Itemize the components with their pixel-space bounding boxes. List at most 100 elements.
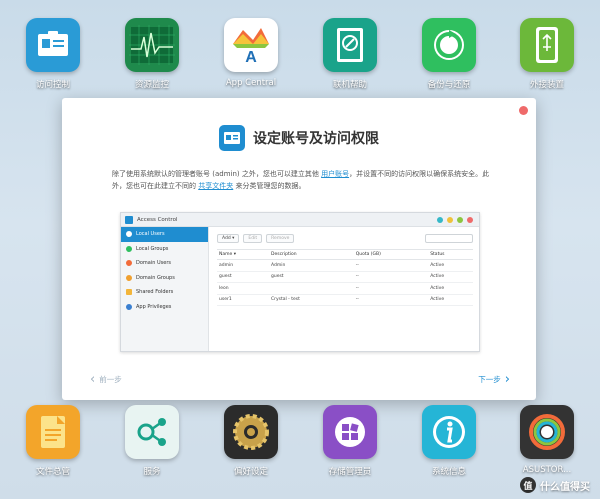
sidebar-item-app-privileges: App Privileges [121,300,208,315]
cell: Active [428,294,473,306]
app-label: ASUSTOR... [522,465,572,475]
sidebar-item-shared-folders: Shared Folders [121,285,208,300]
chevron-right-icon: › [504,371,510,387]
sidebar-label: App Privileges [136,303,172,310]
watermark-text: 什么值得买 [540,481,590,493]
preview-toolbar: Add ▾ Edit Remove [217,233,473,243]
app-services[interactable]: 服务 [107,405,197,477]
app-storage-manager[interactable]: 存储管理员 [305,405,395,477]
cell: -- [353,271,429,283]
desc-text: 来分类管理您的数据。 [233,182,306,190]
column-header: Name ▾ [217,249,269,260]
cell: -- [353,282,429,295]
dialog-title: 设定账号及访问权限 [253,131,379,147]
app-app-central[interactable]: A App Central [206,18,296,88]
user-accounts-link[interactable]: 用户账号 [321,170,349,178]
access-control-preview: Access Control Local Users Local Groups … [120,212,480,352]
cell: -- [353,259,429,272]
shared-folders-link[interactable]: 共享文件夹 [198,182,233,190]
users-table: Name ▾ Description Quota (GB) Status adm… [217,249,473,306]
table-header: Name ▾ Description Quota (GB) Status [217,249,473,260]
cell: admin [217,259,269,272]
welcome-dialog: 设定账号及访问权限 除了使用系统默认的管理者账号 (admin) 之外，您也可以… [62,98,536,400]
app-label: 偏好设定 [233,467,268,477]
previous-button[interactable]: ‹ 前一步 [90,371,122,387]
app-backup-restore[interactable]: 备份与还原 [404,18,494,90]
app-preferences[interactable]: 偏好设定 [206,405,296,477]
svg-text:A: A [245,49,257,66]
dialog-description: 除了使用系统默认的管理者账号 (admin) 之外，您也可以建立其他 用户账号，… [112,168,492,192]
column-header: Status [428,249,473,260]
app-system-info[interactable]: 系统信息 [404,405,494,477]
maximize-dot-icon [457,217,463,223]
app-external-device[interactable]: 外接装置 [502,18,592,90]
app-label: 资源监控 [134,80,169,90]
app-file-explorer[interactable]: 文件总管 [8,405,98,477]
sidebar-item-domain-users: Domain Users [121,256,208,271]
sidebar-label: Domain Users [136,260,171,267]
help-dot-icon [437,217,443,223]
watermark: 值 什么值得买 [520,477,590,493]
app-label: 服务 [143,467,161,477]
preview-sidebar: Local Users Local Groups Domain Users Do… [121,227,209,351]
file-explorer-icon [26,405,80,459]
cell: Active [428,271,473,283]
search-input [425,233,473,243]
sidebar-item-domain-groups: Domain Groups [121,271,208,286]
app-asustor[interactable]: ASUSTOR... [502,405,592,475]
app-label: 备份与还原 [427,80,471,90]
preview-main: Add ▾ Edit Remove Name ▾ Description Quo… [217,233,473,345]
chevron-left-icon: ‹ [90,371,96,387]
services-icon [125,405,179,459]
app-online-help[interactable]: 联机帮助 [305,18,395,90]
app-privileges-icon [126,303,132,310]
cell: Active [428,282,473,295]
window-controls [437,217,473,223]
resource-monitor-icon [125,18,179,72]
sidebar-label: Domain Groups [136,274,175,281]
preview-window-title: Access Control [137,216,178,223]
cell: guest [268,271,354,283]
sidebar-item-local-groups: Local Groups [121,242,208,257]
cell: Admin [268,259,354,272]
sidebar-label: Shared Folders [136,289,174,296]
online-help-icon [323,18,377,72]
sidebar-label: Local Groups [136,245,169,252]
app-label: 联机帮助 [332,80,367,90]
cell: guest [217,271,269,283]
next-button[interactable]: 下一步 › [478,371,510,387]
table-row: admin Admin -- Active [217,259,473,272]
cell: Active [428,259,473,272]
access-control-icon [26,18,80,72]
close-button[interactable] [519,106,528,115]
cell: Crystal - test [268,294,354,306]
folder-icon [126,289,132,296]
app-resource-monitor[interactable]: 资源监控 [107,18,197,90]
next-label: 下一步 [478,375,501,384]
app-central-icon: A [224,18,278,72]
backup-restore-icon [422,18,476,72]
group-icon [126,245,132,252]
add-button: Add ▾ [217,233,240,243]
table-row: user1 Crystal - test -- Active [217,294,473,306]
cell: -- [353,294,429,306]
watermark-logo-icon: 值 [520,477,536,493]
access-control-icon [125,215,133,224]
minimize-dot-icon [447,217,453,223]
system-info-icon [422,405,476,459]
cell [268,282,354,295]
storage-manager-icon [323,405,377,459]
app-label: 外接装置 [529,80,564,90]
app-label: 文件总管 [35,467,70,477]
previous-label: 前一步 [99,375,122,384]
app-label: 系统信息 [431,467,466,477]
app-label: 存储管理员 [328,467,372,477]
preview-titlebar: Access Control [121,213,479,227]
column-header: Quota (GB) [353,249,429,260]
table-row: leon -- Active [217,282,473,295]
edit-button: Edit [243,233,263,243]
domain-user-icon [126,260,132,267]
app-access-control[interactable]: 访问控制 [8,18,98,90]
desc-text: 除了使用系统默认的管理者账号 (admin) 之外，您也可以建立其他 [112,170,322,178]
remove-button: Remove [266,233,295,243]
